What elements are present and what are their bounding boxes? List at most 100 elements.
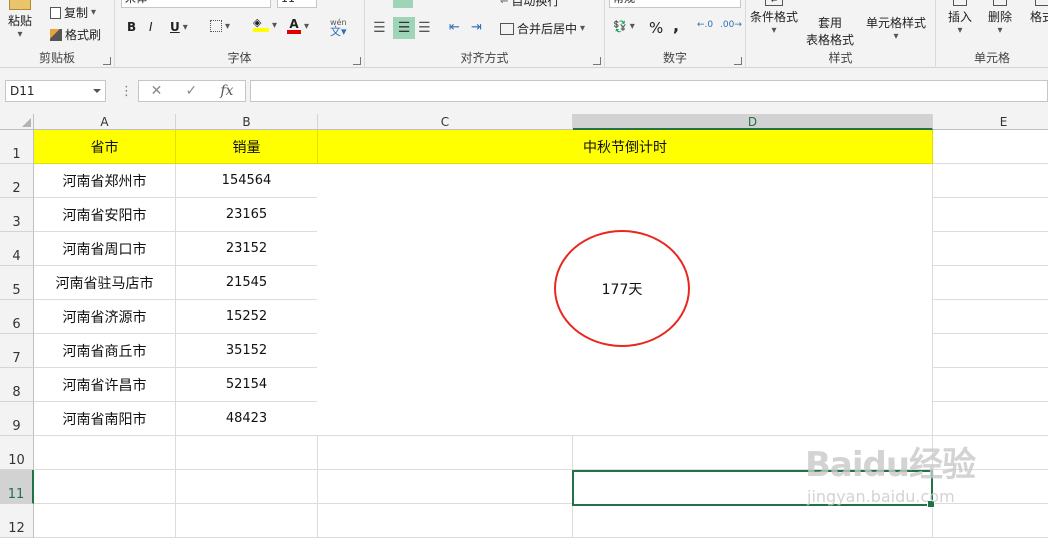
column-header-b[interactable]: B: [176, 114, 318, 130]
merge-center-button[interactable]: 合并后居中 ▾: [500, 20, 585, 37]
cell-e[interactable]: [933, 266, 1048, 300]
table-row-sales[interactable]: 48423: [176, 402, 318, 436]
format-painter-button[interactable]: 格式刷: [50, 26, 101, 43]
table-row-city[interactable]: 河南省驻马店市: [34, 266, 176, 300]
underline-button[interactable]: U ▾: [170, 20, 188, 34]
cell-a10[interactable]: [34, 436, 176, 470]
row-header-8[interactable]: 8: [0, 368, 34, 402]
row-header-5[interactable]: 5: [0, 266, 34, 300]
select-all-button[interactable]: [0, 114, 34, 130]
table-row-sales[interactable]: 15252: [176, 300, 318, 334]
cancel-icon[interactable]: ✕: [151, 83, 163, 99]
align-top-button[interactable]: [393, 0, 413, 8]
table-row-sales[interactable]: 154564: [176, 164, 318, 198]
comma-button[interactable]: ,: [673, 16, 679, 35]
bold-button[interactable]: B: [127, 20, 136, 34]
format-as-table-button[interactable]: 套用 表格格式: [806, 14, 854, 48]
header-sales-cell[interactable]: 销量: [176, 130, 318, 164]
row-header-12[interactable]: 12: [0, 504, 34, 538]
table-row-city[interactable]: 河南省南阳市: [34, 402, 176, 436]
border-button[interactable]: ▾: [210, 20, 230, 32]
decrease-indent-button[interactable]: ⇤: [449, 20, 460, 35]
cell-e10[interactable]: [933, 436, 1048, 470]
dialog-launcher-icon[interactable]: [103, 57, 111, 65]
table-row-sales[interactable]: 23152: [176, 232, 318, 266]
row-header-7[interactable]: 7: [0, 334, 34, 368]
cell-d12[interactable]: [573, 504, 933, 538]
name-box[interactable]: D11: [5, 80, 106, 102]
dialog-launcher-icon[interactable]: [353, 57, 361, 65]
table-row-city[interactable]: 河南省商丘市: [34, 334, 176, 368]
row-header-9[interactable]: 9: [0, 402, 34, 436]
cell-b12[interactable]: [176, 504, 318, 538]
active-cell-d11[interactable]: [572, 470, 935, 508]
cell-c12[interactable]: [318, 504, 573, 538]
row-header-6[interactable]: 6: [0, 300, 34, 334]
table-row-city[interactable]: 河南省安阳市: [34, 198, 176, 232]
paste-button[interactable]: 粘贴 ▾: [8, 0, 32, 40]
format-button[interactable]: 格式: [1030, 0, 1048, 25]
cell-e12[interactable]: [933, 504, 1048, 538]
table-row-city[interactable]: 河南省济源市: [34, 300, 176, 334]
row-header-1[interactable]: 1: [0, 130, 34, 164]
column-header-a[interactable]: A: [34, 114, 176, 130]
row-header-4[interactable]: 4: [0, 232, 34, 266]
cell-e[interactable]: [933, 402, 1048, 436]
align-center-button[interactable]: ☰: [393, 17, 415, 39]
decrease-decimal-button[interactable]: .00→: [720, 20, 742, 30]
cell-styles-button[interactable]: 单元格样式 ▾: [866, 14, 926, 42]
fx-icon[interactable]: fx: [220, 83, 233, 99]
percent-button[interactable]: %: [649, 19, 663, 37]
cell-e[interactable]: [933, 232, 1048, 266]
increase-indent-button[interactable]: ⇥: [471, 20, 482, 35]
row-header-3[interactable]: 3: [0, 198, 34, 232]
cell-e[interactable]: [933, 164, 1048, 198]
table-row-city[interactable]: 河南省周口市: [34, 232, 176, 266]
italic-button[interactable]: I: [149, 20, 153, 34]
cell-a12[interactable]: [34, 504, 176, 538]
column-header-e[interactable]: E: [933, 114, 1048, 130]
number-format-combo[interactable]: 常规: [609, 0, 741, 8]
spreadsheet-grid[interactable]: A B C D E 1 2 3 4 5 6 7 8 9 10 11 12 省市 …: [0, 114, 1048, 538]
header-countdown-cell[interactable]: 中秋节倒计时: [318, 130, 933, 164]
insert-button[interactable]: 插入 ▾: [948, 0, 972, 36]
table-row-city[interactable]: 河南省郑州市: [34, 164, 176, 198]
copy-button[interactable]: 复制 ▾: [50, 4, 96, 21]
delete-button[interactable]: 删除 ▾: [988, 0, 1012, 36]
cell-d10[interactable]: [573, 436, 933, 470]
align-right-button[interactable]: ☰: [418, 20, 431, 36]
dialog-launcher-icon[interactable]: [734, 57, 742, 65]
conditional-format-button[interactable]: ≠ 条件格式 ▾: [750, 0, 798, 36]
align-left-button[interactable]: ☰: [373, 20, 386, 36]
font-color-button[interactable]: A ▾: [287, 18, 309, 34]
cell-e[interactable]: [933, 198, 1048, 232]
font-name-combo[interactable]: 宋体: [121, 0, 271, 8]
increase-decimal-button[interactable]: ←.0: [697, 20, 713, 30]
row-header-11[interactable]: 11: [0, 470, 34, 504]
cell-e[interactable]: [933, 300, 1048, 334]
cell-e1[interactable]: [933, 130, 1048, 164]
cell-c10[interactable]: [318, 436, 573, 470]
table-row-city[interactable]: 河南省许昌市: [34, 368, 176, 402]
formula-input[interactable]: [250, 80, 1048, 102]
table-row-sales[interactable]: 21545: [176, 266, 318, 300]
fill-color-button[interactable]: ◈ ▾: [253, 17, 277, 32]
enter-icon[interactable]: ✓: [185, 83, 197, 99]
dialog-launcher-icon[interactable]: [593, 57, 601, 65]
row-header-2[interactable]: 2: [0, 164, 34, 198]
phonetic-button[interactable]: wén 文▾: [330, 18, 347, 37]
row-header-10[interactable]: 10: [0, 436, 34, 470]
more-icon[interactable]: ⋮: [120, 84, 133, 99]
column-header-d[interactable]: D: [573, 114, 933, 130]
wrap-text-button[interactable]: ⇌ 自动换行: [500, 0, 559, 9]
cell-b11[interactable]: [176, 470, 318, 504]
header-province-cell[interactable]: 省市: [34, 130, 176, 164]
cell-e[interactable]: [933, 368, 1048, 402]
table-row-sales[interactable]: 52154: [176, 368, 318, 402]
cell-a11[interactable]: [34, 470, 176, 504]
cell-e11[interactable]: [933, 470, 1048, 504]
cell-b10[interactable]: [176, 436, 318, 470]
font-size-combo[interactable]: 11: [277, 0, 317, 8]
countdown-circle-shape[interactable]: 177天: [554, 230, 690, 347]
table-row-sales[interactable]: 35152: [176, 334, 318, 368]
